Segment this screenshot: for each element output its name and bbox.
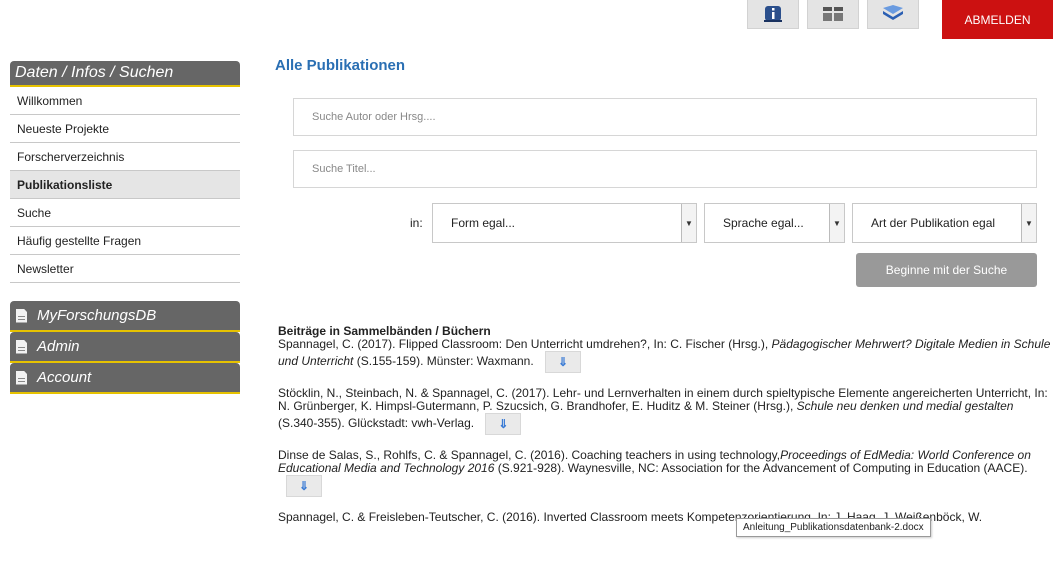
entry-italic: Schule neu denken und medial gestalten <box>796 399 1014 413</box>
publication-type-select-value: Art der Publikation egal <box>871 216 996 230</box>
form-select[interactable]: Form egal... ▼ <box>432 203 697 243</box>
publication-results: Beiträge in Sammelbänden / Büchern Spann… <box>278 325 1053 524</box>
language-select-value: Sprache egal... <box>723 216 804 230</box>
download-button[interactable]: ⇓ <box>545 351 582 373</box>
sidebar-item-neueste-projekte[interactable]: Neueste Projekte <box>10 115 240 143</box>
download-button[interactable]: ⇓ <box>485 413 522 435</box>
library-button[interactable] <box>867 0 919 29</box>
grid-view-button[interactable] <box>807 0 859 29</box>
publication-entry: Spannagel, C. (2017). Flipped Classroom:… <box>278 337 1053 373</box>
sidebar-block-label: MyForschungsDB <box>37 307 157 324</box>
entry-tail: (S.340-355). Glückstadt: vwh-Verlag. <box>278 416 475 431</box>
language-select[interactable]: Sprache egal... ▼ <box>704 203 845 243</box>
author-search-input[interactable]: Suche Autor oder Hrsg.... <box>293 98 1037 136</box>
grid-icon <box>823 7 843 21</box>
sidebar-item-newsletter[interactable]: Newsletter <box>10 255 240 283</box>
entry-text: Dinse de Salas, S., Rohlfs, C. & Spannag… <box>278 448 781 462</box>
sidebar-block-label: Account <box>37 369 92 386</box>
info-button[interactable] <box>747 0 799 29</box>
publication-entry: Dinse de Salas, S., Rohlfs, C. & Spannag… <box>278 449 1053 497</box>
sidebar: Daten / Infos / Suchen Willkommen Neuest… <box>10 61 240 394</box>
sidebar-block-admin[interactable]: Admin <box>10 332 240 363</box>
sidebar-item-willkommen[interactable]: Willkommen <box>10 87 240 115</box>
entry-text: Spannagel, C. (2017). Flipped Classroom:… <box>278 337 772 351</box>
publication-type-select[interactable]: Art der Publikation egal ▼ <box>852 203 1037 243</box>
download-icon: ⇓ <box>498 416 509 431</box>
download-icon: ⇓ <box>557 354 569 369</box>
sidebar-block-account[interactable]: Account <box>10 363 240 394</box>
document-icon <box>16 339 27 354</box>
sidebar-item-faq[interactable]: Häufig gestellte Fragen <box>10 227 240 255</box>
sidebar-block-label: Admin <box>37 338 80 355</box>
title-search-input[interactable]: Suche Titel... <box>293 150 1037 188</box>
tooltip: Anleitung_Publikationsdatenbank-2.docx <box>736 518 931 537</box>
start-search-button[interactable]: Beginne mit der Suche <box>856 253 1037 287</box>
document-icon <box>16 308 27 323</box>
download-icon: ⇓ <box>298 478 310 493</box>
publication-entry: Spannagel, C. & Freisleben-Teutscher, C.… <box>278 511 1053 524</box>
top-toolbar <box>747 0 919 40</box>
sidebar-item-suche[interactable]: Suche <box>10 199 240 227</box>
book-icon <box>883 5 903 20</box>
sidebar-heading: Daten / Infos / Suchen <box>10 61 240 87</box>
publication-entry: Stöcklin, N., Steinbach, N. & Spannagel,… <box>278 387 1053 435</box>
chevron-down-icon: ▼ <box>681 204 696 242</box>
sidebar-item-publikationsliste[interactable]: Publikationsliste <box>10 171 240 199</box>
chevron-down-icon: ▼ <box>829 204 844 242</box>
page-title: Alle Publikationen <box>275 57 406 74</box>
document-icon <box>16 370 27 385</box>
sidebar-item-forscherverzeichnis[interactable]: Forscherverzeichnis <box>10 143 240 171</box>
chevron-down-icon: ▼ <box>1021 204 1036 242</box>
logout-button[interactable]: ABMELDEN <box>942 0 1053 39</box>
info-icon <box>764 6 782 22</box>
sidebar-block-myforschungsdb[interactable]: MyForschungsDB <box>10 301 240 332</box>
form-select-value: Form egal... <box>451 216 516 230</box>
download-button[interactable]: ⇓ <box>286 475 322 497</box>
in-label: in: <box>410 216 423 230</box>
entry-tail: (S.155-159). Münster: Waxmann. <box>353 354 534 369</box>
entry-tail: (S.921-928). Waynesville, NC: Associatio… <box>494 461 1028 475</box>
